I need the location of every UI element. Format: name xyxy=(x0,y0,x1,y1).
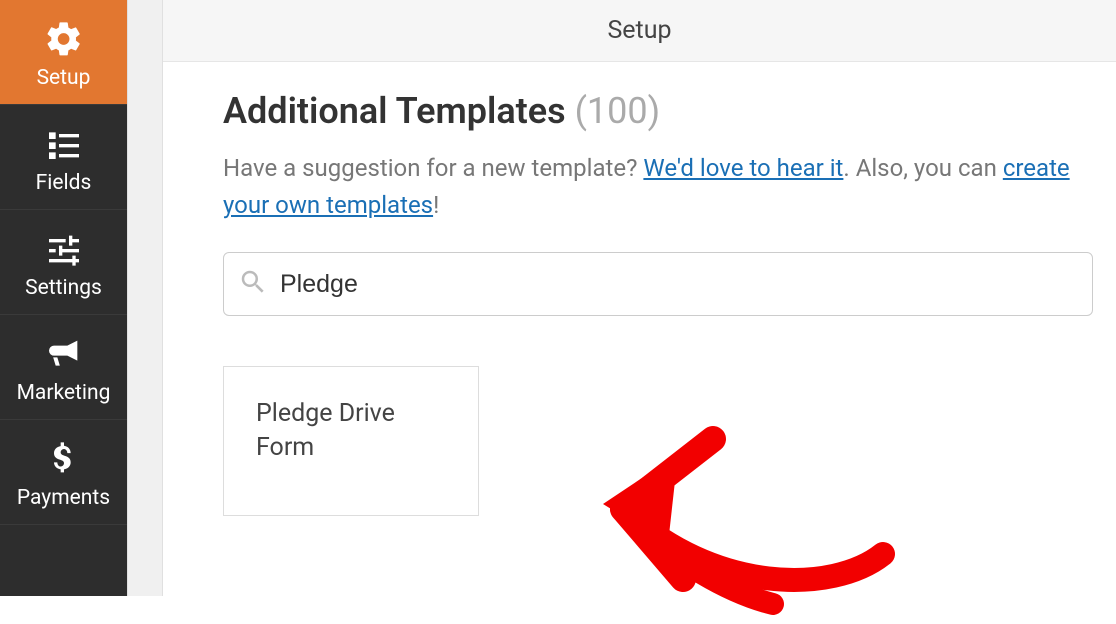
page-title: Setup xyxy=(607,16,671,45)
list-icon xyxy=(43,123,85,165)
template-card-title: Pledge Drive Form xyxy=(256,397,446,465)
desc-mid: . Also, you can xyxy=(843,154,1002,182)
sidebar-item-payments[interactable]: Payments xyxy=(0,420,127,525)
gutter xyxy=(127,0,163,596)
heading-count: (100) xyxy=(575,90,661,132)
sidebar-item-label: Payments xyxy=(17,486,110,510)
desc-prefix: Have a suggestion for a new template? xyxy=(223,154,643,182)
dollar-icon xyxy=(43,438,85,480)
content: Additional Templates (100) Have a sugges… xyxy=(163,62,1116,516)
gear-icon xyxy=(43,18,85,60)
main-header: Setup xyxy=(163,0,1116,62)
templates-heading: Additional Templates (100) xyxy=(223,90,1116,132)
main: Setup Additional Templates (100) Have a … xyxy=(163,0,1116,596)
sidebar: Setup Fields Settings Marketing Payments xyxy=(0,0,127,596)
sidebar-item-label: Setup xyxy=(37,66,91,90)
sidebar-item-fields[interactable]: Fields xyxy=(0,105,127,210)
search-input[interactable] xyxy=(280,270,1078,299)
arrow-annotation xyxy=(583,364,923,624)
sidebar-item-label: Fields xyxy=(36,171,92,195)
sidebar-item-settings[interactable]: Settings xyxy=(0,210,127,315)
search-box[interactable] xyxy=(223,252,1093,316)
heading-text: Additional Templates xyxy=(223,90,566,132)
desc-suffix: ! xyxy=(433,191,439,219)
templates-description: Have a suggestion for a new template? We… xyxy=(223,150,1093,224)
bullhorn-icon xyxy=(43,333,85,375)
suggestion-link[interactable]: We'd love to hear it xyxy=(643,154,843,182)
sliders-icon xyxy=(43,228,85,270)
sidebar-item-marketing[interactable]: Marketing xyxy=(0,315,127,420)
sidebar-item-label: Settings xyxy=(25,276,102,300)
search-icon xyxy=(238,267,280,301)
sidebar-item-label: Marketing xyxy=(17,381,111,405)
template-card[interactable]: Pledge Drive Form xyxy=(223,366,479,516)
sidebar-item-setup[interactable]: Setup xyxy=(0,0,127,105)
